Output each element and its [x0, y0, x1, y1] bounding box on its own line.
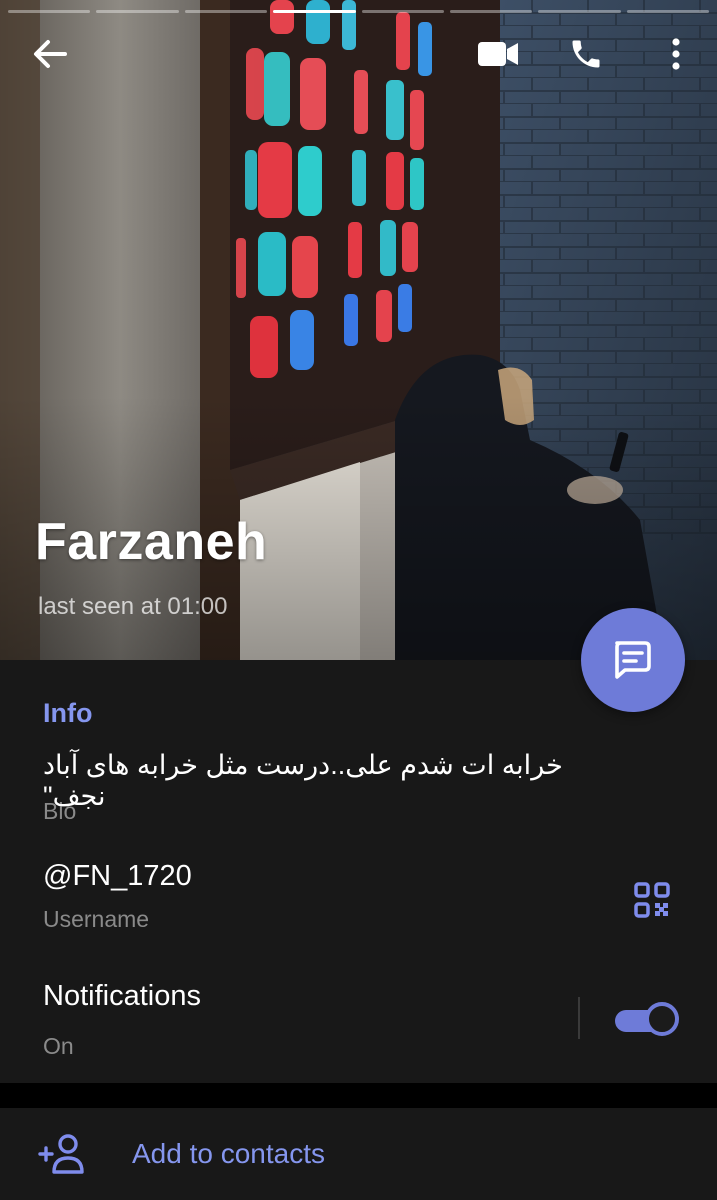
info-section: Info خرابه ات شدم علی..درست مثل خرابه ها… — [0, 660, 717, 1083]
add-to-contacts-button[interactable]: Add to contacts — [0, 1108, 717, 1200]
back-arrow-icon — [34, 40, 67, 68]
story-segment — [626, 10, 709, 13]
story-segment — [184, 10, 268, 13]
bio-text[interactable]: خرابه ات شدم علی..درست مثل خرابه های آبا… — [43, 750, 563, 812]
add-person-icon — [38, 1134, 84, 1174]
video-call-button[interactable] — [474, 30, 522, 78]
story-progress — [8, 10, 709, 14]
bio-label: Bio — [43, 798, 77, 824]
add-to-contacts-label: Add to contacts — [132, 1138, 326, 1169]
username-label: Username — [43, 906, 150, 932]
more-options-button[interactable] — [652, 30, 700, 78]
story-segment — [8, 10, 91, 13]
info-title: Info — [43, 698, 93, 728]
notifications-toggle[interactable] — [615, 1002, 681, 1036]
phone-icon — [572, 40, 600, 68]
story-segment — [449, 10, 533, 13]
story-segment — [96, 10, 179, 13]
story-segment — [361, 10, 444, 13]
qr-code-button[interactable] — [630, 878, 674, 922]
voice-call-button[interactable] — [562, 30, 610, 78]
divider — [578, 997, 580, 1039]
back-button[interactable] — [26, 30, 74, 78]
profile-header: Farzaneh last seen at 01:00 — [0, 0, 717, 660]
notifications-state: On — [43, 1033, 74, 1059]
qr-code-icon — [634, 882, 670, 918]
username-value[interactable]: @FN_1720 — [43, 860, 192, 893]
message-icon — [615, 641, 651, 679]
toggle-thumb — [645, 1002, 679, 1036]
profile-name: Farzaneh — [35, 513, 268, 571]
story-segment-active — [273, 10, 356, 13]
last-seen-status: last seen at 01:00 — [38, 593, 228, 620]
story-segment — [538, 10, 621, 13]
more-vertical-icon — [672, 38, 680, 70]
send-message-button[interactable] — [581, 608, 685, 712]
notifications-title[interactable]: Notifications — [43, 980, 201, 1013]
video-call-icon — [478, 42, 518, 66]
